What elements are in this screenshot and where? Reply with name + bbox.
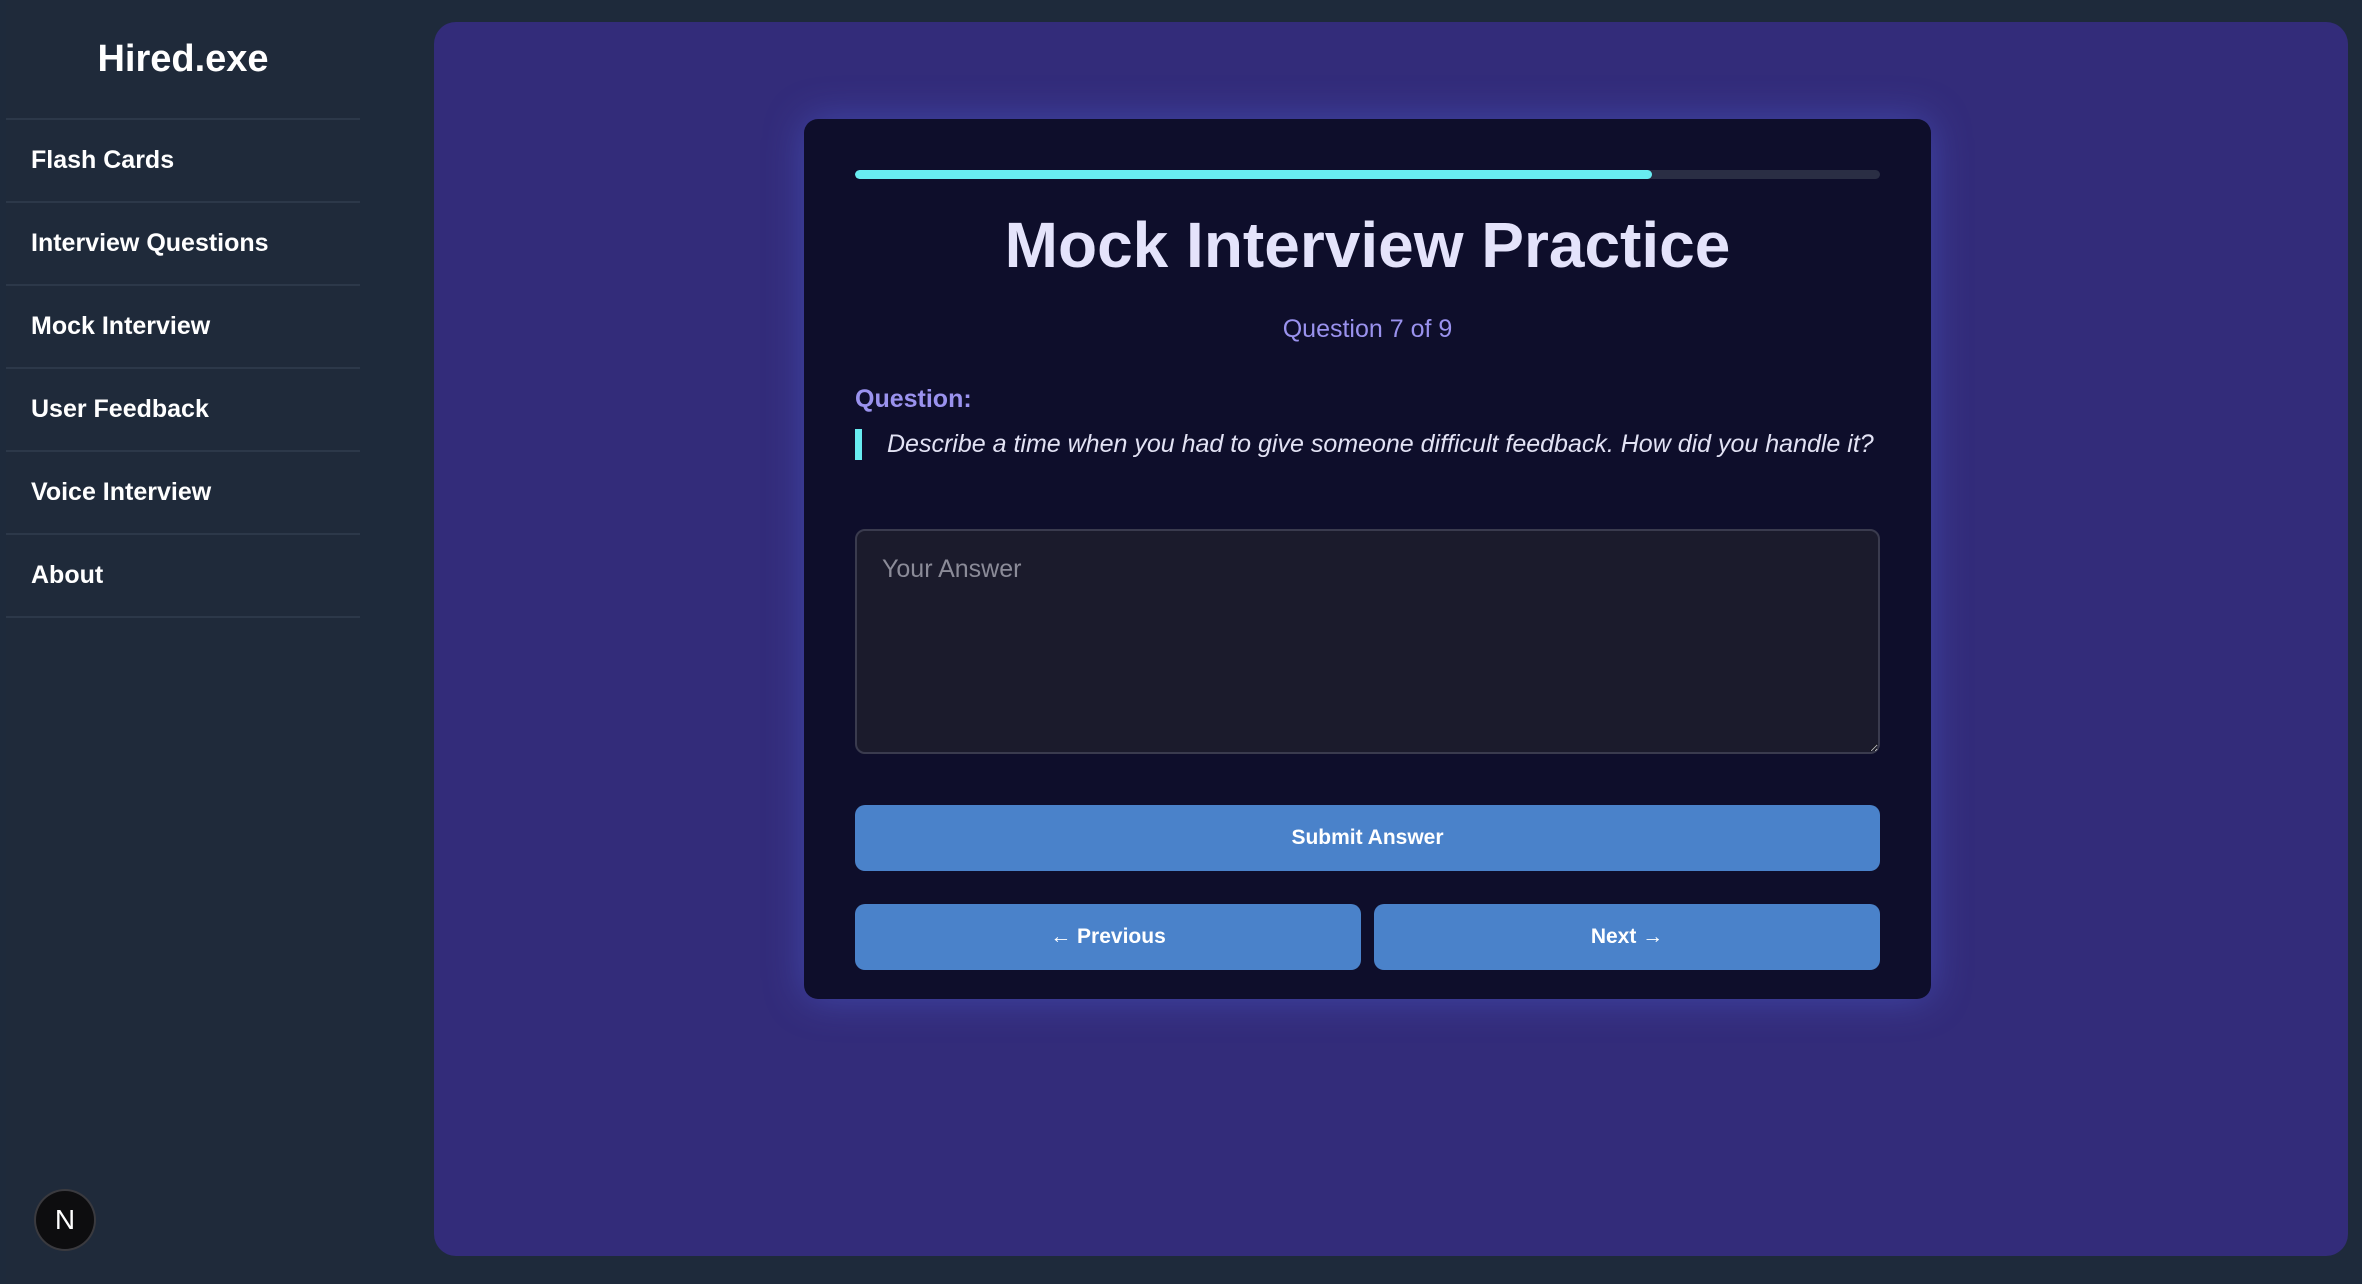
previous-button[interactable]: ← Previous xyxy=(855,904,1361,970)
sidebar-item-voice-interview[interactable]: Voice Interview xyxy=(6,452,360,535)
answer-textarea[interactable] xyxy=(855,529,1880,754)
sidebar-item-about[interactable]: About xyxy=(6,535,360,618)
main-content: Mock Interview Practice Question 7 of 9 … xyxy=(434,22,2348,1256)
sidebar-item-user-feedback[interactable]: User Feedback xyxy=(6,369,360,452)
progress-bar xyxy=(855,170,1880,179)
sidebar-item-flash-cards[interactable]: Flash Cards xyxy=(6,120,360,203)
sidebar-nav: Flash Cards Interview Questions Mock Int… xyxy=(6,120,360,618)
interview-card: Mock Interview Practice Question 7 of 9 … xyxy=(804,119,1931,999)
nextjs-dev-badge[interactable]: N xyxy=(36,1191,94,1249)
app-title[interactable]: Hired.exe xyxy=(6,0,360,120)
next-button[interactable]: Next → xyxy=(1374,904,1880,970)
question-text: Describe a time when you had to give som… xyxy=(855,429,1887,460)
sidebar-item-interview-questions[interactable]: Interview Questions xyxy=(6,203,360,286)
sidebar: Hired.exe Flash Cards Interview Question… xyxy=(6,0,360,1284)
question-counter: Question 7 of 9 xyxy=(1282,315,1453,343)
sidebar-item-mock-interview[interactable]: Mock Interview xyxy=(6,286,360,369)
submit-answer-button[interactable]: Submit Answer xyxy=(855,805,1880,871)
page-title: Mock Interview Practice xyxy=(1004,209,1731,281)
n-logo-icon: N xyxy=(54,1204,76,1235)
progress-bar-fill xyxy=(855,170,1653,179)
question-label: Question: xyxy=(855,385,972,413)
